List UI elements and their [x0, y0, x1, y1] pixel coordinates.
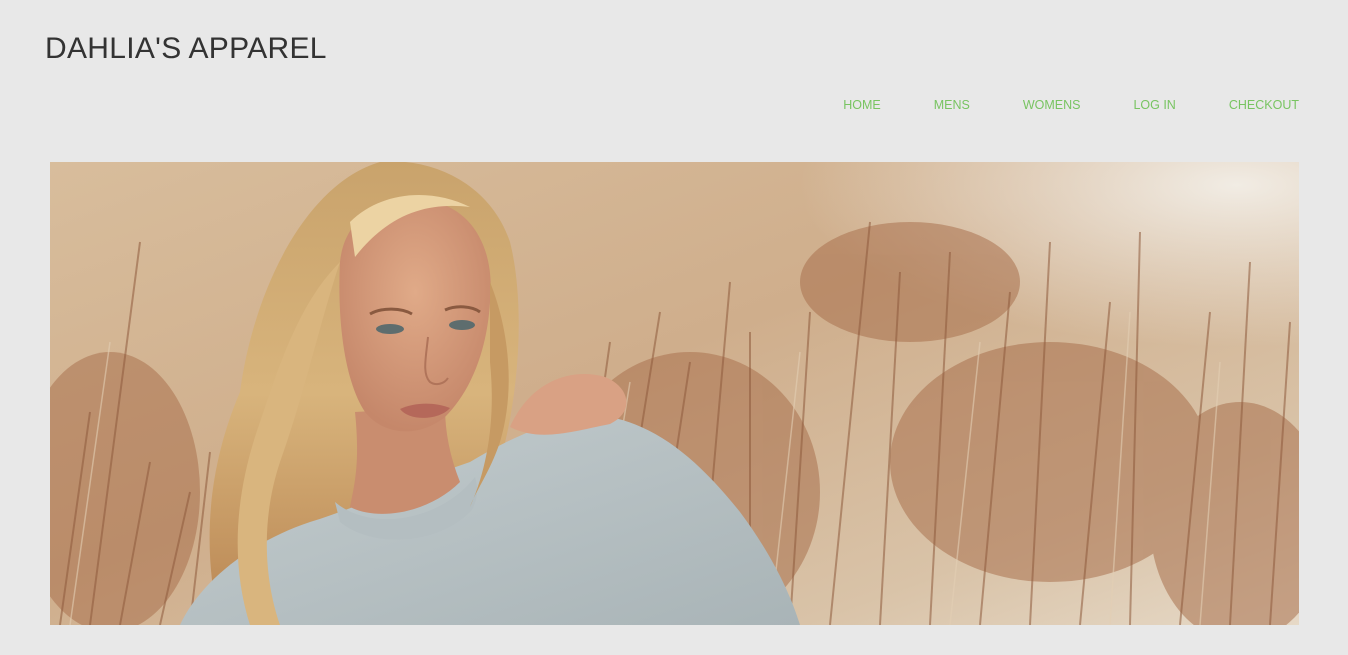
nav-link-mens[interactable]: MENS [934, 97, 970, 113]
site-title: DAHLIA'S APPAREL [45, 32, 327, 65]
nav-link-log-in[interactable]: LOG IN [1133, 97, 1175, 113]
hero-image [50, 162, 1299, 625]
main-nav: HOME MENS WOMENS LOG IN CHECKOUT [843, 97, 1299, 113]
hero-banner [50, 162, 1299, 625]
nav-link-womens[interactable]: WOMENS [1023, 97, 1081, 113]
nav-link-checkout[interactable]: CHECKOUT [1229, 97, 1299, 113]
nav-link-home[interactable]: HOME [843, 97, 881, 113]
